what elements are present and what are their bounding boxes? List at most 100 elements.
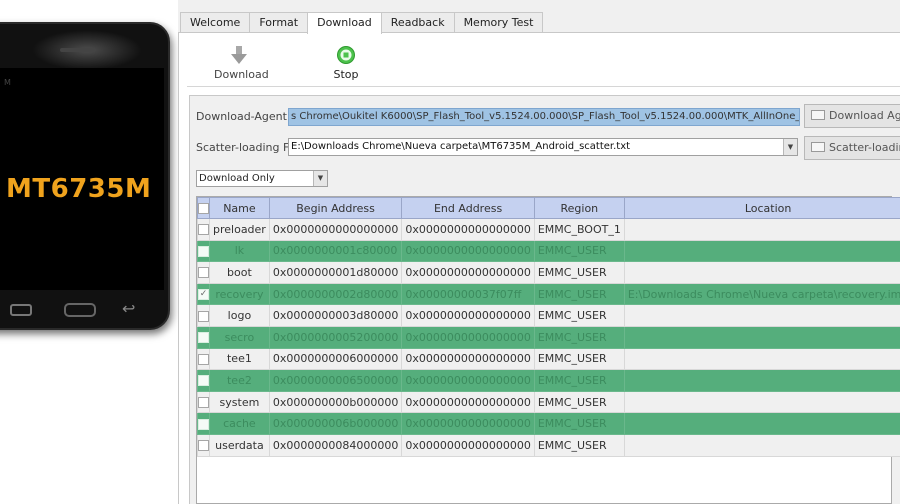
tab-format[interactable]: Format (249, 12, 309, 33)
partition-checkbox[interactable] (197, 412, 210, 435)
download-button[interactable]: Download (214, 45, 269, 81)
region: EMMC_USER (533, 261, 625, 284)
location[interactable] (623, 390, 900, 414)
partition-checkbox[interactable] (197, 325, 210, 349)
location[interactable] (623, 304, 900, 327)
phone-speaker (60, 48, 96, 52)
table-row[interactable]: tee1 0x0000000006000000 0x0000000000000000… (197, 347, 900, 371)
table-row[interactable]: boot 0x0000000001d80000 0x0000000000000000… (197, 261, 900, 284)
download-arrow-icon (231, 46, 247, 64)
download-agent-field[interactable]: s Chrome\Oukitel K6000\SP_Flash_Tool_v5.… (288, 108, 800, 126)
download-agent-button[interactable]: Download Agent (804, 104, 900, 128)
partition-name: recovery (209, 282, 270, 306)
chevron-down-icon[interactable]: ▼ (783, 139, 797, 155)
partition-checkbox[interactable] (197, 304, 210, 327)
location[interactable] (623, 412, 900, 435)
partition-table: Name Begin Address End Address Region Lo… (196, 196, 900, 504)
partition-checkbox[interactable] (197, 369, 210, 392)
location[interactable] (623, 218, 900, 241)
checkbox-box (198, 440, 209, 452)
end-address: 0x0000000000000000 (401, 412, 535, 435)
partition-name: preloader (209, 218, 270, 241)
home-key-icon (64, 303, 96, 317)
location[interactable] (623, 325, 900, 349)
region: EMMC_USER (533, 390, 625, 414)
region: EMMC_USER (533, 282, 625, 306)
tab-welcome[interactable]: Welcome (180, 12, 251, 33)
table-row[interactable]: preloader 0x0000000000000000 0x00000000000… (197, 218, 900, 241)
end-address: 0x0000000000000000 (401, 433, 535, 457)
column-header-location[interactable]: Location (623, 197, 900, 219)
partition-checkbox[interactable] (197, 218, 210, 241)
location[interactable] (623, 261, 900, 284)
phone-illustration: M MT6735M ↩ (0, 22, 170, 330)
download-agent-label: Download-Agent (196, 110, 287, 123)
table-row[interactable]: userdata 0x0000000084000000 0x000000000000… (197, 433, 900, 457)
partition-name: secro (209, 325, 270, 349)
partition-checkbox[interactable] (197, 433, 210, 457)
download-agent-button-label: Download Agent (829, 109, 900, 122)
end-address: 0x0000000000000000 (401, 218, 535, 241)
location[interactable] (623, 239, 900, 263)
begin-address: 0x0000000006000000 (268, 347, 403, 371)
column-header-name[interactable]: Name (209, 197, 270, 219)
location[interactable] (623, 433, 900, 457)
table-row[interactable]: ✓ recovery 0x0000000002d80000 0x00000000037… (197, 282, 900, 306)
tab-download[interactable]: Download (307, 12, 382, 34)
partition-checkbox[interactable] (197, 239, 210, 263)
begin-address: 0x0000000002d80000 (268, 282, 403, 306)
phone-image-panel: M MT6735M ↩ (0, 0, 178, 504)
folder-icon (811, 142, 825, 152)
partition-name: lk (209, 239, 270, 263)
table-row[interactable]: cache 0x000000006b000000 0x000000000000000… (197, 412, 900, 435)
location[interactable]: E:\Downloads Chrome\Nueva carpeta\recove… (623, 282, 900, 306)
table-row[interactable]: logo 0x0000000003d80000 0x0000000000000000… (197, 304, 900, 327)
region: EMMC_USER (533, 239, 625, 263)
stop-button[interactable]: Stop (330, 45, 362, 81)
column-header-end-address[interactable]: End Address (401, 197, 535, 219)
begin-address: 0x0000000000000000 (268, 218, 403, 241)
location[interactable] (623, 369, 900, 392)
select-all-checkbox[interactable] (197, 197, 210, 219)
tab-readback[interactable]: Readback (380, 12, 455, 33)
download-mode-select[interactable]: Download Only ▼ (196, 170, 328, 187)
scatter-loading-field[interactable]: E:\Downloads Chrome\Nueva carpeta\MT6735… (288, 138, 798, 156)
scatter-loading-button[interactable]: Scatter-loading (804, 136, 900, 160)
checkbox-box (198, 353, 209, 365)
scatter-loading-value: E:\Downloads Chrome\Nueva carpeta\MT6735… (291, 141, 631, 152)
partition-checkbox[interactable] (197, 261, 210, 284)
table-row[interactable]: secro 0x0000000005200000 0x000000000000000… (197, 325, 900, 349)
checkmark-icon: ✓ (198, 289, 209, 301)
partition-checkbox[interactable] (197, 390, 210, 414)
column-header-begin-address[interactable]: Begin Address (268, 197, 403, 219)
chevron-down-icon[interactable]: ▼ (313, 171, 327, 186)
begin-address: 0x0000000006500000 (268, 369, 403, 392)
tab-memory-test[interactable]: Memory Test (453, 12, 544, 33)
end-address: 0x0000000000000000 (401, 325, 535, 349)
menu-key-icon (10, 304, 32, 316)
end-address: 0x0000000000000000 (401, 239, 535, 263)
region: EMMC_BOOT_1 (533, 218, 625, 241)
back-key-icon: ↩ (122, 299, 136, 318)
partition-checkbox[interactable]: ✓ (197, 282, 210, 306)
checkbox-box (198, 418, 209, 430)
begin-address: 0x0000000001c80000 (268, 239, 403, 263)
download-tab-content: Download Stop Download-Agent s Chrome\Ou… (178, 32, 900, 504)
table-row[interactable]: lk 0x0000000001c80000 0x0000000000000000 EM… (197, 239, 900, 263)
begin-address: 0x000000006b000000 (268, 412, 403, 435)
checkbox-box (198, 267, 209, 279)
table-row[interactable]: tee2 0x0000000006500000 0x0000000000000000… (197, 369, 900, 392)
partition-checkbox[interactable] (197, 347, 210, 371)
region: EMMC_USER (533, 325, 625, 349)
region: EMMC_USER (533, 369, 625, 392)
table-row[interactable]: system 0x000000000b000000 0x00000000000000… (197, 390, 900, 414)
column-header-region[interactable]: Region (533, 197, 625, 219)
end-address: 0x00000000037f07ff (401, 282, 535, 306)
partition-name: system (209, 390, 270, 414)
scatter-loading-label: Scatter-loading File (196, 141, 302, 154)
checkbox-box (198, 245, 209, 257)
phone-screen: M MT6735M (0, 68, 164, 290)
location[interactable] (623, 347, 900, 371)
region: EMMC_USER (533, 412, 625, 435)
main-panel: Welcome Format Download Readback Memory … (178, 0, 900, 504)
